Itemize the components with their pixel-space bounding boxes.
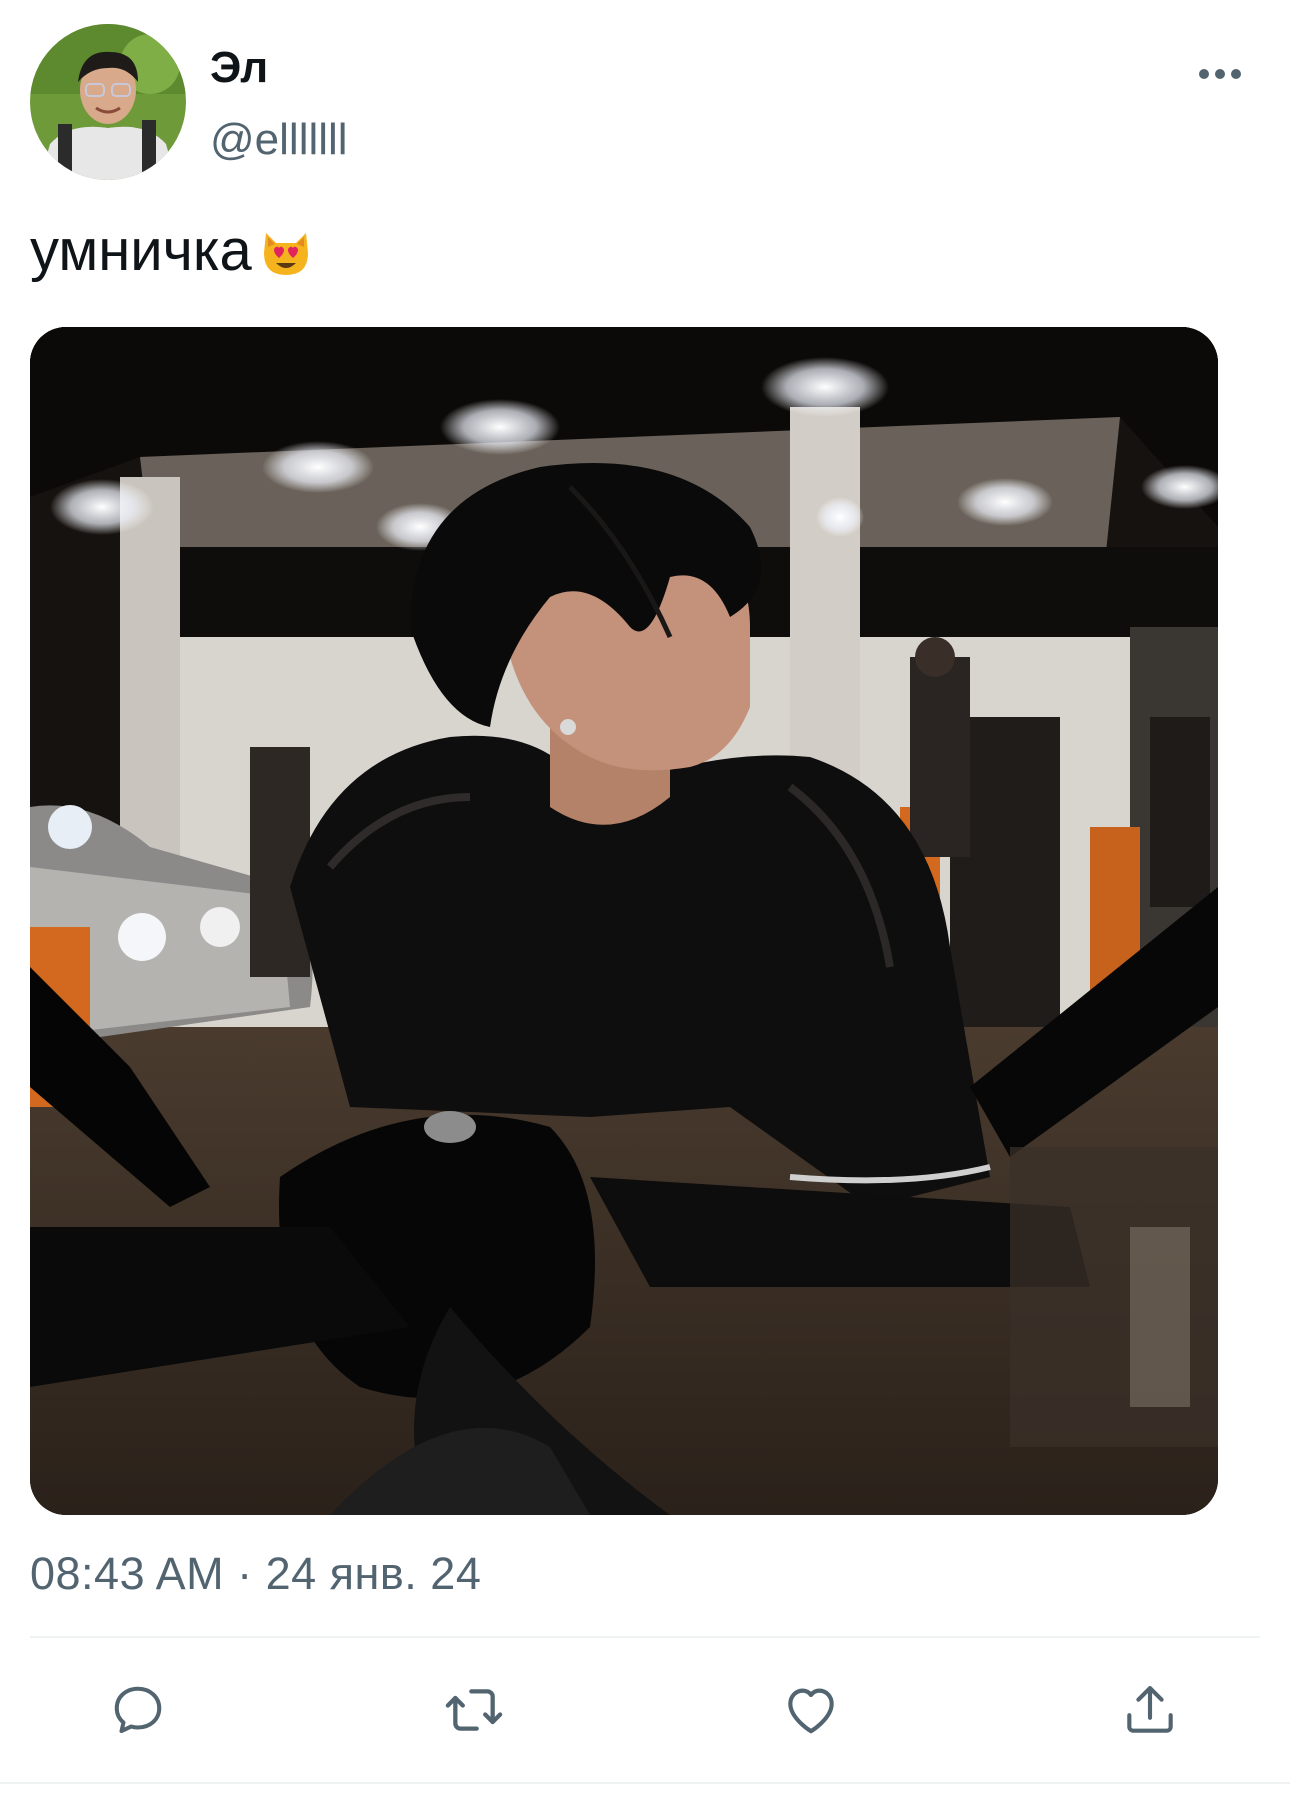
- smiling-cat-heart-eyes-icon: [263, 233, 308, 275]
- avatar-photo: [30, 24, 186, 180]
- retweet-icon: [445, 1689, 503, 1731]
- action-bar: [0, 1672, 1290, 1748]
- bottom-divider: [0, 1782, 1290, 1784]
- like-icon: [788, 1688, 834, 1734]
- user-handle[interactable]: @elllllll: [210, 114, 348, 166]
- more-dots-icon: [1199, 69, 1241, 79]
- reply-button[interactable]: [100, 1672, 176, 1748]
- share-button[interactable]: [1112, 1672, 1188, 1748]
- divider: [30, 1636, 1260, 1638]
- reply-icon: [114, 1686, 162, 1733]
- more-options-button[interactable]: [1190, 52, 1250, 96]
- retweet-button[interactable]: [436, 1672, 512, 1748]
- share-icon: [1127, 1685, 1173, 1733]
- tweet-media[interactable]: [30, 327, 1218, 1515]
- tweet-timestamp[interactable]: 08:43 AM · 24 янв. 24: [30, 1546, 481, 1602]
- photo-media: [30, 327, 1218, 1515]
- display-name[interactable]: Эл: [210, 42, 268, 94]
- tweet-text-content: умничка: [30, 218, 252, 283]
- avatar[interactable]: [30, 24, 186, 180]
- like-button[interactable]: [773, 1672, 849, 1748]
- tweet-text: умничка: [30, 216, 314, 286]
